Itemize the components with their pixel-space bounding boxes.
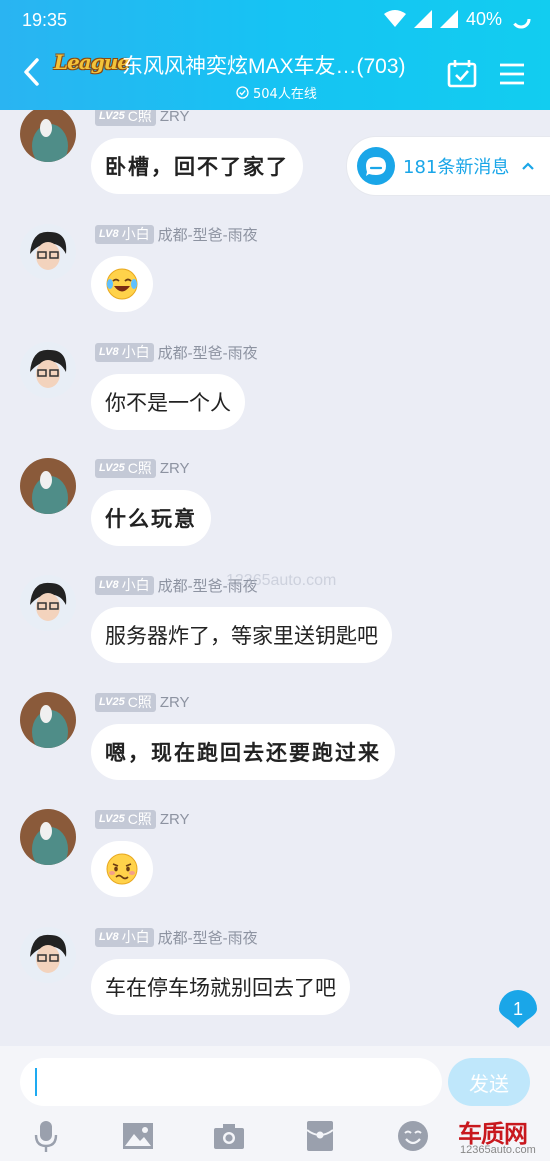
chevron-left-icon bbox=[24, 58, 39, 86]
level-badge: LV8 小白 bbox=[95, 224, 154, 244]
level-badge: LV8 小白 bbox=[95, 927, 154, 947]
calendar-check-icon bbox=[447, 60, 477, 88]
chat-message-list[interactable]: LV25 C照 ZRY 卧槽，回不了家了 LV8 小白 成都-型爸-雨夜 LV8… bbox=[0, 110, 550, 1048]
avatar-zry[interactable] bbox=[20, 692, 76, 748]
message-bubble[interactable]: 什么玩意 bbox=[91, 490, 211, 546]
new-messages-button[interactable]: 181条新消息 bbox=[346, 136, 550, 196]
watermark: 12365auto.com bbox=[226, 572, 337, 589]
avatar-zry[interactable] bbox=[20, 458, 76, 514]
message-meta: LV25 C照 ZRY bbox=[95, 110, 190, 126]
signal-icon-2 bbox=[439, 10, 458, 28]
sender-name[interactable]: ZRY bbox=[160, 460, 190, 477]
level-badge: LV8 小白 bbox=[95, 575, 154, 595]
check-circle-icon bbox=[236, 86, 249, 99]
online-count: 504人在线 bbox=[236, 83, 317, 102]
emoji-button[interactable] bbox=[395, 1118, 431, 1154]
message-meta: LV8 小白 成都-型爸-雨夜 bbox=[95, 342, 258, 362]
status-time: 19:35 bbox=[22, 10, 68, 30]
message-bubble[interactable] bbox=[91, 256, 153, 312]
sender-name[interactable]: 成都-型爸-雨夜 bbox=[158, 224, 258, 245]
message-input[interactable] bbox=[20, 1058, 442, 1106]
message-meta: LV25 C照 ZRY bbox=[95, 692, 190, 712]
tears-of-joy-emoji-icon bbox=[106, 268, 138, 300]
avatar-zry[interactable] bbox=[20, 809, 76, 865]
message-meta: LV25 C照 ZRY bbox=[95, 458, 190, 478]
status-icons: 40% bbox=[383, 8, 532, 30]
microphone-icon bbox=[34, 1121, 58, 1152]
message-bubble[interactable]: 你不是一个人 bbox=[91, 374, 245, 430]
message-bubble[interactable] bbox=[91, 841, 153, 897]
image-icon bbox=[123, 1123, 153, 1149]
app-header: 19:35 40% League 东风风神奕炫MAX车友…(703) 504人在… bbox=[0, 0, 550, 110]
avatar-yuye[interactable] bbox=[20, 927, 76, 983]
camera-button[interactable] bbox=[211, 1118, 247, 1154]
signal-icon bbox=[413, 10, 432, 28]
league-logo: League bbox=[54, 50, 130, 74]
title-bar: League 东风风神奕炫MAX车友…(703) 504人在线 bbox=[0, 44, 550, 106]
send-button[interactable]: 发送 bbox=[448, 1058, 530, 1106]
chevron-up-icon bbox=[522, 162, 535, 170]
level-badge: LV25 C照 bbox=[95, 809, 156, 829]
corner-watermark-url: 12365auto.com bbox=[460, 1144, 536, 1156]
avatar-zry[interactable] bbox=[20, 110, 76, 162]
sender-name[interactable]: 成都-型爸-雨夜 bbox=[158, 342, 258, 363]
awkward-emoji-icon bbox=[106, 853, 138, 885]
avatar-yuye[interactable] bbox=[20, 342, 76, 398]
calendar-check-button[interactable] bbox=[446, 58, 478, 90]
battery-percent: 40% bbox=[465, 8, 502, 29]
message-bubble[interactable]: 卧槽，回不了家了 bbox=[91, 138, 303, 194]
message-meta: LV8 小白 成都-型爸-雨夜 bbox=[95, 927, 258, 947]
message-meta: LV25 C照 ZRY bbox=[95, 809, 190, 829]
sender-name[interactable]: 成都-型爸-雨夜 bbox=[158, 927, 258, 948]
red-packet-button[interactable] bbox=[302, 1118, 338, 1154]
level-badge: LV25 C照 bbox=[95, 110, 156, 126]
unread-count: 1 bbox=[512, 999, 523, 1019]
back-button[interactable] bbox=[14, 52, 48, 92]
image-button[interactable] bbox=[120, 1118, 156, 1154]
level-badge: LV25 C照 bbox=[95, 458, 156, 478]
new-messages-label: 181条新消息 bbox=[403, 157, 510, 178]
text-caret bbox=[35, 1068, 37, 1096]
sender-name[interactable]: ZRY bbox=[160, 694, 190, 711]
emoji-icon bbox=[398, 1121, 428, 1151]
message-bubble[interactable]: 嗯，现在跑回去还要跑过来 bbox=[91, 724, 395, 780]
online-label: 504人在线 bbox=[253, 87, 317, 102]
chat-bubble-icon bbox=[357, 147, 395, 185]
status-bar: 19:35 40% bbox=[0, 0, 550, 40]
group-title[interactable]: 东风风神奕炫MAX车友…(703) bbox=[122, 50, 406, 80]
menu-button[interactable] bbox=[496, 58, 528, 90]
message-bubble[interactable]: 车在停车场就别回去了吧 bbox=[91, 959, 350, 1015]
camera-icon bbox=[214, 1124, 244, 1149]
unread-count-badge[interactable]: 1 bbox=[499, 990, 537, 1030]
voice-button[interactable] bbox=[28, 1118, 64, 1154]
avatar-yuye[interactable] bbox=[20, 575, 76, 631]
level-badge: LV25 C照 bbox=[95, 692, 156, 712]
wifi-icon bbox=[383, 10, 406, 27]
corner-watermark: 车质网 12365auto.com bbox=[444, 1110, 550, 1160]
red-packet-icon bbox=[306, 1121, 334, 1151]
avatar-yuye[interactable] bbox=[20, 224, 76, 280]
hamburger-menu-icon bbox=[500, 63, 524, 85]
battery-icon bbox=[511, 9, 531, 29]
message-meta: LV8 小白 成都-型爸-雨夜 bbox=[95, 224, 258, 244]
level-badge: LV8 小白 bbox=[95, 342, 154, 362]
sender-name[interactable]: ZRY bbox=[160, 110, 190, 125]
message-bubble[interactable]: 服务器炸了，等家里送钥匙吧 bbox=[91, 607, 392, 663]
sender-name[interactable]: ZRY bbox=[160, 811, 190, 828]
